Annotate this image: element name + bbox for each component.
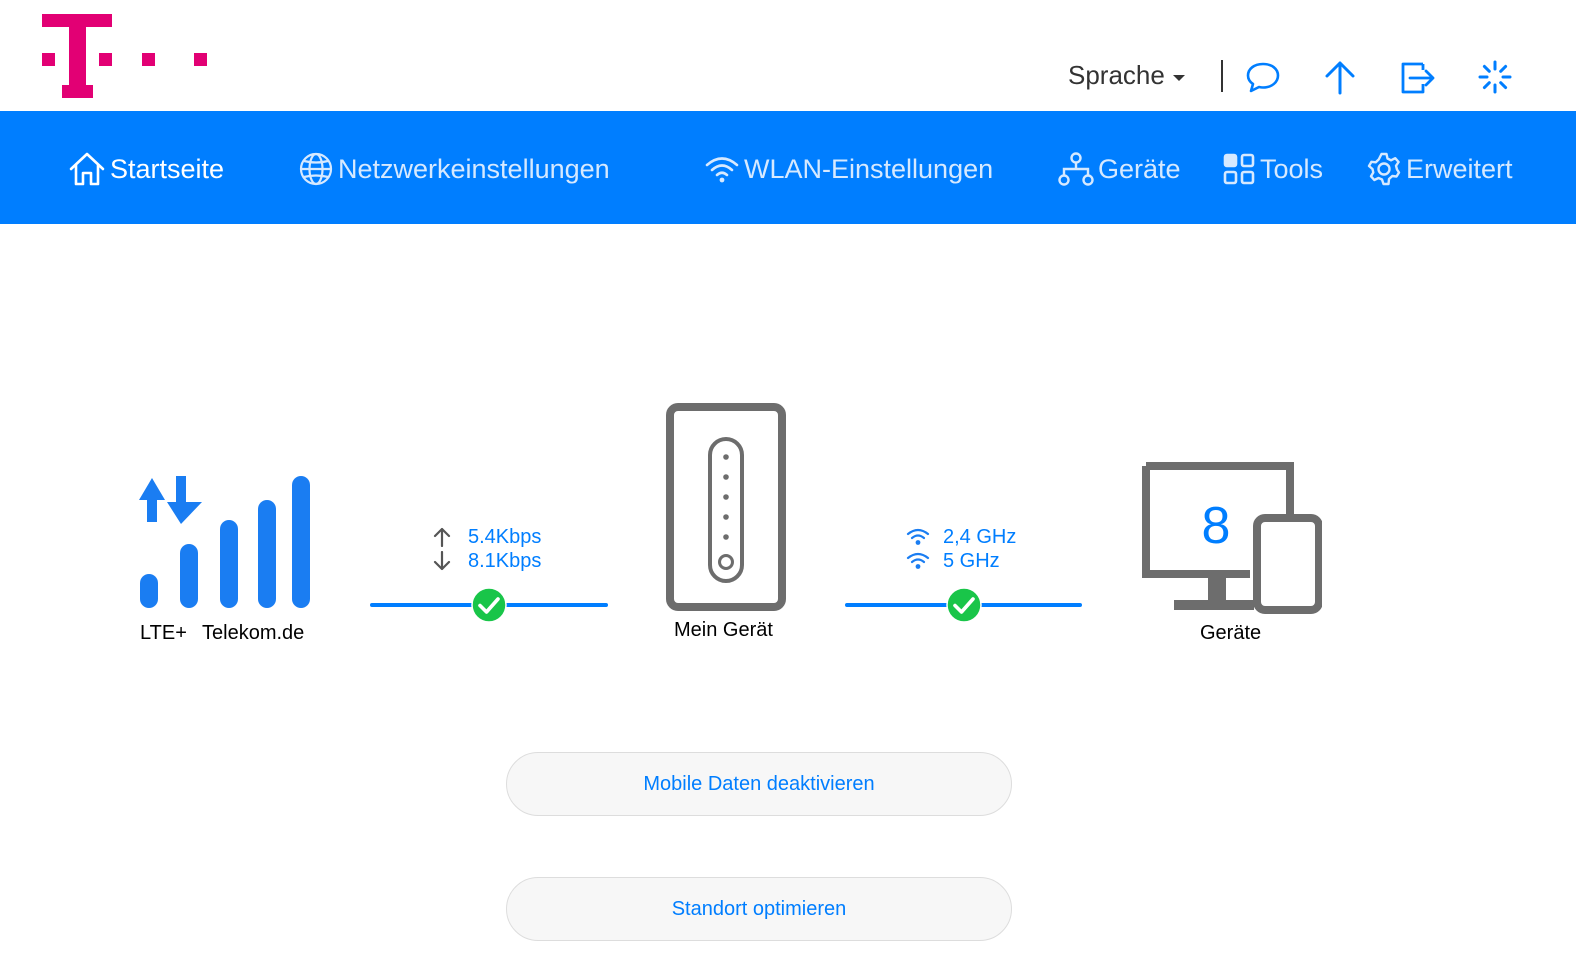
wifi-band-24ghz: 2,4 GHz (943, 526, 1017, 548)
nav-label-tools: Tools (1260, 153, 1324, 184)
wifi-24ghz-icon (906, 528, 930, 545)
upload-arrow-icon (433, 527, 451, 547)
language-label: Sprache (1068, 60, 1165, 90)
chat-icon[interactable] (1244, 58, 1282, 96)
download-speed: 8.1Kbps (468, 550, 542, 572)
download-arrow-icon (433, 551, 451, 571)
signal-strength-icon[interactable] (138, 474, 312, 610)
chevron-down-icon (1172, 74, 1185, 81)
nav-item-startseite[interactable]: Startseite (68, 147, 224, 191)
nav-item-wlan-einstellungen[interactable]: WLAN-Einstellungen (704, 147, 993, 191)
logout-icon[interactable] (1399, 58, 1437, 96)
grid-icon (1223, 153, 1255, 185)
upload-icon[interactable] (1321, 58, 1359, 96)
network-type-label: LTE+ (140, 622, 187, 644)
upload-speed: 5.4Kbps (468, 526, 542, 548)
globe-icon (299, 152, 333, 186)
telekom-logo[interactable] (42, 14, 212, 98)
nav-label-netzwerkeinstellungen: Netzwerkeinstellungen (338, 153, 610, 184)
nav-label-wlan-einstellungen: WLAN-Einstellungen (744, 153, 994, 184)
nav-item-tools[interactable]: Tools (1222, 147, 1323, 191)
internet-connected-check-icon (471, 587, 507, 623)
devices-label: Geräte (1200, 622, 1262, 644)
nav-item-geraete[interactable]: Geräte (1058, 147, 1181, 191)
nav-item-netzwerkeinstellungen[interactable]: Netzwerkeinstellungen (298, 147, 610, 191)
router-device-icon[interactable] (666, 403, 786, 611)
network-icon (1058, 152, 1094, 186)
my-device-label: Mein Gerät (674, 619, 773, 641)
optimize-location-button[interactable]: Standort optimieren (506, 877, 1012, 941)
gear-icon (1367, 152, 1401, 186)
operator-label: Telekom.de (202, 622, 305, 644)
wifi-connected-check-icon (946, 587, 982, 623)
wifi-icon (705, 157, 739, 183)
disable-mobile-data-button[interactable]: Mobile Daten deaktivieren (506, 752, 1012, 816)
home-icon (69, 152, 105, 186)
loading-icon (1478, 60, 1512, 94)
nav-item-erweitert[interactable]: Erweitert (1366, 147, 1513, 191)
nav-label-geraete: Geräte (1098, 153, 1181, 184)
devices-count: 8 (1201, 497, 1231, 555)
header: Sprache (0, 0, 1576, 111)
header-divider (1221, 60, 1223, 92)
wifi-5ghz-icon (906, 552, 930, 569)
language-selector[interactable]: Sprache (1068, 60, 1185, 91)
main-navigation: Startseite Netzwerkeinstellungen WLAN-Ei… (0, 111, 1576, 224)
nav-label-startseite: Startseite (110, 153, 225, 184)
wifi-band-5ghz: 5 GHz (943, 550, 1000, 572)
nav-label-erweitert: Erweitert (1406, 153, 1513, 184)
